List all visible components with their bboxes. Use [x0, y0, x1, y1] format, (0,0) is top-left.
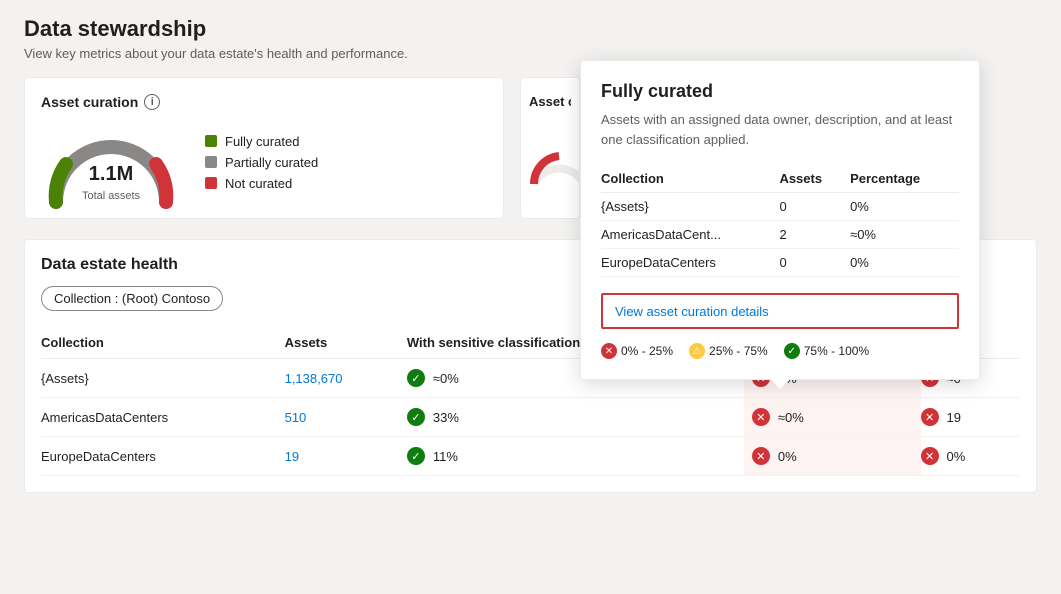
page-title: Data stewardship: [24, 16, 1037, 42]
info-icon[interactable]: i: [144, 94, 160, 110]
tooltip-cell-percentage: 0%: [850, 193, 959, 221]
tooltip-cell-assets: 2: [779, 221, 850, 249]
legend-label-fully: Fully curated: [225, 134, 299, 149]
view-asset-curation-link[interactable]: View asset curation details: [615, 304, 769, 319]
legend-icon-green: ✓: [784, 343, 800, 359]
cell-assets[interactable]: 19: [285, 437, 407, 476]
cell-collection: EuropeDataCenters: [41, 437, 285, 476]
asset-curation-card: Asset curation i 1.1: [24, 77, 504, 219]
tooltip-row: AmericasDataCent... 2 ≈0%: [601, 221, 959, 249]
cell-sensitive: ✓ 11%: [407, 437, 744, 476]
cell-collection: {Assets}: [41, 359, 285, 398]
curated-value: 0%: [778, 449, 797, 464]
tooltip-col-percentage: Percentage: [850, 165, 959, 193]
tooltip-cell-collection: {Assets}: [601, 193, 779, 221]
owner-status-icon: ✕: [921, 447, 939, 465]
collection-filter-label: Collection : (Root) Contoso: [54, 291, 210, 306]
owner-value: 19: [947, 410, 961, 425]
legend-entry-red: ✕ 0% - 25%: [601, 343, 673, 359]
cell-curated: ✕ ≈0%: [744, 398, 921, 437]
legend-icon-warn: ⚠: [689, 343, 705, 359]
legend-dot-fully: [205, 135, 217, 147]
owner-status-icon: ✕: [921, 408, 939, 426]
col-assets: Assets: [285, 327, 407, 359]
tooltip-desc: Assets with an assigned data owner, desc…: [601, 110, 959, 149]
legend-dot-partially: [205, 156, 217, 168]
gauge-chart: 1.1M Total assets: [41, 122, 181, 202]
legend-label-partially: Partially curated: [225, 155, 318, 170]
legend-range-red: 0% - 25%: [621, 344, 673, 358]
curated-status-icon: ✕: [752, 447, 770, 465]
sensitive-value: ≈0%: [433, 371, 459, 386]
legend-item-partially: Partially curated: [205, 155, 318, 170]
tooltip-row: {Assets} 0 0%: [601, 193, 959, 221]
table-row: AmericasDataCenters 510 ✓ 33% ✕ ≈0%: [41, 398, 1020, 437]
cell-sensitive: ✓ 33%: [407, 398, 744, 437]
gauge-value: 1.1M: [82, 163, 140, 186]
legend: Fully curated Partially curated Not cura…: [205, 134, 318, 191]
tooltip-cell-percentage: ≈0%: [850, 221, 959, 249]
tooltip-cell-assets: 0: [779, 193, 850, 221]
legend-entry-warn: ⚠ 25% - 75%: [689, 343, 768, 359]
owner-value: 0%: [947, 449, 966, 464]
tooltip-title: Fully curated: [601, 81, 959, 102]
col-collection: Collection: [41, 327, 285, 359]
tooltip-col-collection: Collection: [601, 165, 779, 193]
curated-value: ≈0%: [778, 410, 804, 425]
legend-entry-green: ✓ 75% - 100%: [784, 343, 869, 359]
cell-owner: ✕ 0%: [921, 437, 1020, 476]
cell-owner: ✕ 19: [921, 398, 1020, 437]
main-content: Data stewardship View key metrics about …: [0, 0, 1061, 509]
asset-second-card-partial: Asset c: [520, 77, 580, 219]
view-link-box[interactable]: View asset curation details: [601, 293, 959, 329]
gauge-label: Total assets: [82, 190, 140, 202]
page-subtitle: View key metrics about your data estate'…: [24, 46, 1037, 61]
sensitive-status-icon: ✓: [407, 369, 425, 387]
cell-collection: AmericasDataCenters: [41, 398, 285, 437]
legend-item-not: Not curated: [205, 176, 318, 191]
tooltip-cell-percentage: 0%: [850, 249, 959, 277]
legend-range-warn: 25% - 75%: [709, 344, 768, 358]
tooltip-cell-collection: EuropeDataCenters: [601, 249, 779, 277]
tooltip-arrow: [770, 379, 790, 389]
collection-filter[interactable]: Collection : (Root) Contoso: [41, 286, 223, 311]
curated-status-icon: ✕: [752, 408, 770, 426]
tooltip-table: Collection Assets Percentage {Assets} 0 …: [601, 165, 959, 277]
tooltip-row: EuropeDataCenters 0 0%: [601, 249, 959, 277]
legend-label-not: Not curated: [225, 176, 292, 191]
tooltip-cell-collection: AmericasDataCent...: [601, 221, 779, 249]
cell-assets[interactable]: 1,138,670: [285, 359, 407, 398]
cell-assets[interactable]: 510: [285, 398, 407, 437]
sensitive-value: 33%: [433, 410, 459, 425]
legend-dot-not: [205, 177, 217, 189]
gauge-center-text: 1.1M Total assets: [82, 163, 140, 202]
sensitive-status-icon: ✓: [407, 447, 425, 465]
sensitive-value: 11%: [433, 449, 458, 464]
asset-curation-card-title: Asset curation i: [41, 94, 487, 110]
table-row: EuropeDataCenters 19 ✓ 11% ✕ 0%: [41, 437, 1020, 476]
cell-curated: ✕ 0%: [744, 437, 921, 476]
tooltip-col-assets: Assets: [779, 165, 850, 193]
tooltip-cell-assets: 0: [779, 249, 850, 277]
tooltip-legend-row: ✕ 0% - 25% ⚠ 25% - 75% ✓ 75% - 100%: [601, 343, 959, 359]
legend-icon-red: ✕: [601, 343, 617, 359]
legend-range-green: 75% - 100%: [804, 344, 869, 358]
legend-item-fully: Fully curated: [205, 134, 318, 149]
asset-curation-card-body: 1.1M Total assets Fully curated Partiall…: [41, 122, 487, 202]
sensitive-status-icon: ✓: [407, 408, 425, 426]
asset-second-card-title: Asset c: [529, 94, 571, 109]
tooltip-popup: Fully curated Assets with an assigned da…: [580, 60, 980, 380]
